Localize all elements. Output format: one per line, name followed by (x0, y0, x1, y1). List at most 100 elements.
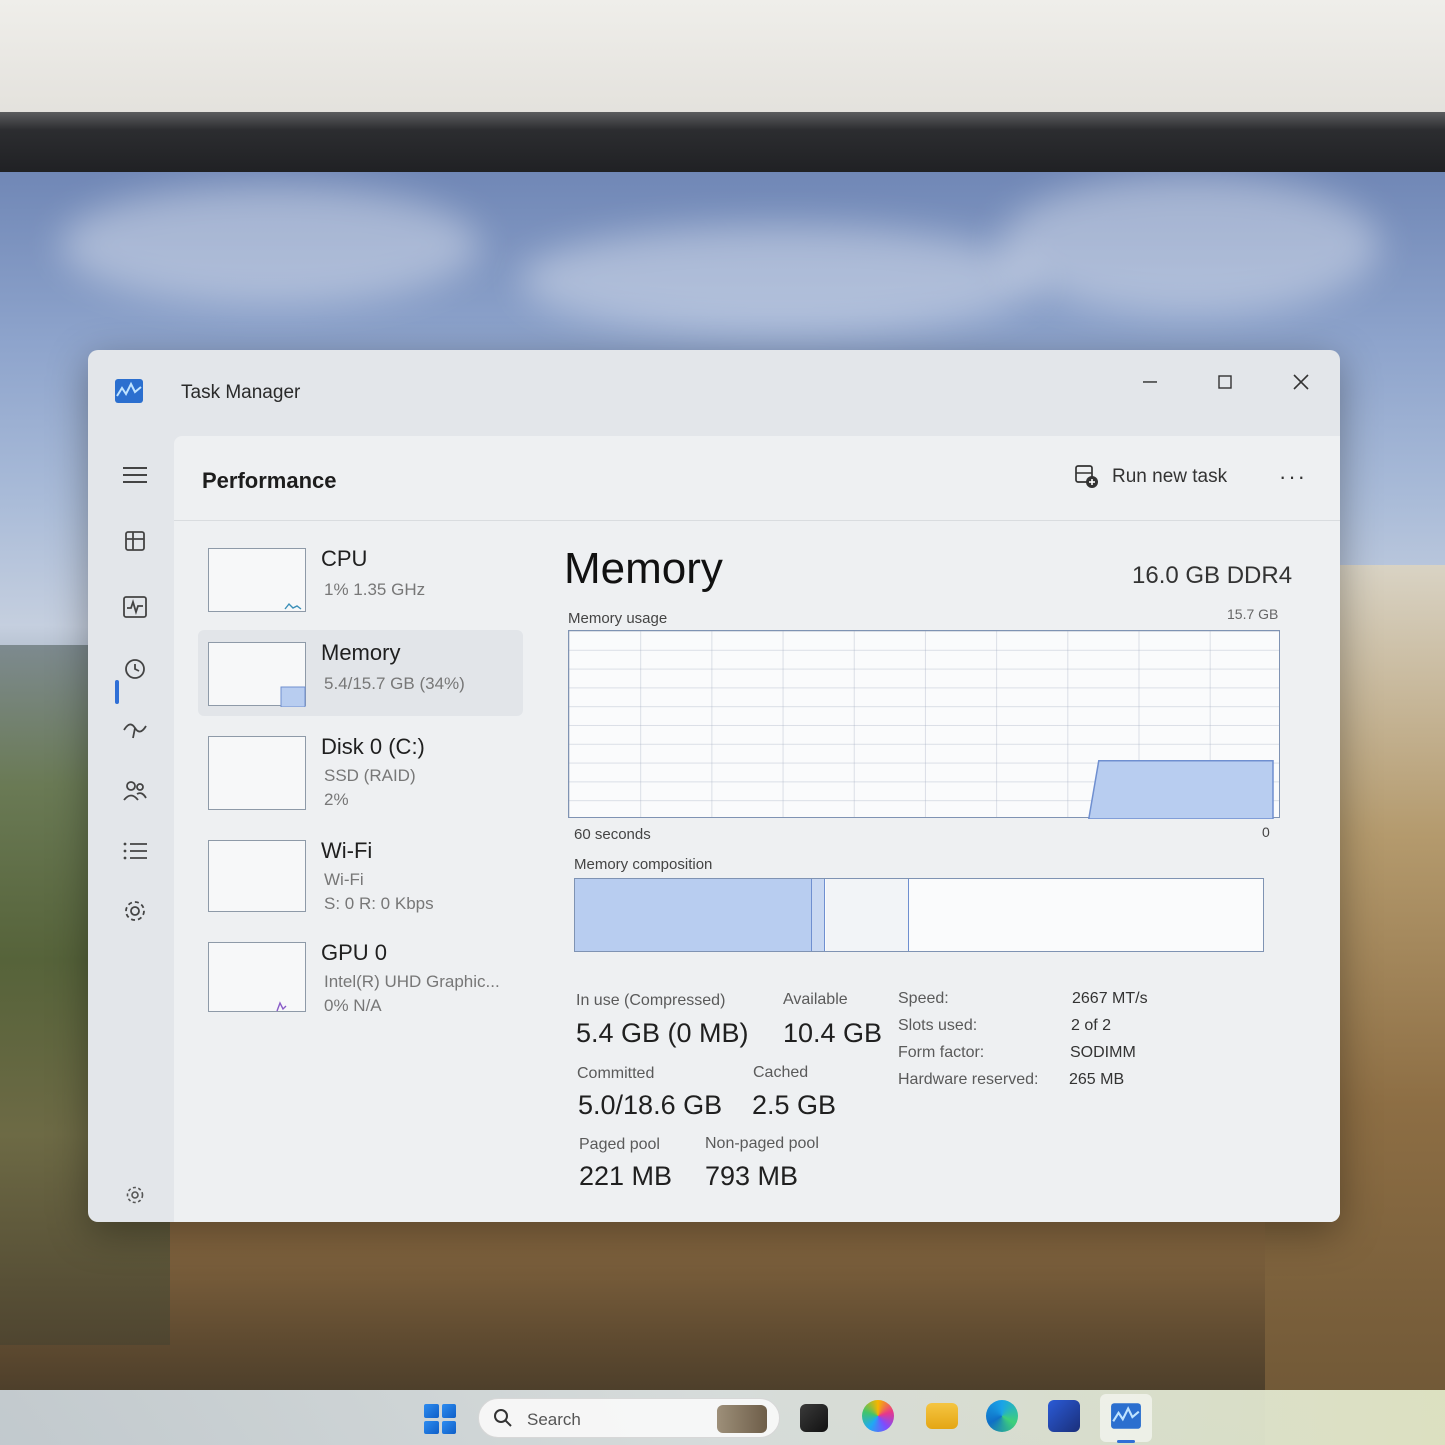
paged-pool-value: 221 MB (579, 1161, 673, 1191)
spec-slots-label: Slots used: (898, 1017, 978, 1034)
task-view-icon[interactable] (800, 1404, 828, 1432)
memory-type: 16.0 GB DDR4 (1132, 562, 1293, 589)
search-placeholder: Search (527, 1410, 581, 1429)
spec-speed-label: Speed: (898, 990, 949, 1007)
hamburger-menu-button[interactable] (116, 456, 154, 494)
composition-label: Memory composition (574, 856, 713, 873)
device-detail: 5.4/15.7 GB (34%) (324, 674, 465, 693)
wall-background (0, 0, 1445, 120)
device-usage: 2% (324, 790, 349, 809)
non-paged-pool-value: 793 MB (705, 1161, 799, 1191)
device-wifi[interactable]: Wi-Fi Wi-Fi S: 0 R: 0 Kbps (198, 828, 523, 914)
windows-logo-icon (424, 1404, 439, 1418)
memory-usage-area (1087, 760, 1274, 819)
device-gpu[interactable]: GPU 0 Intel(R) UHD Graphic... 0% N/A (198, 930, 523, 1016)
search-icon (494, 1409, 512, 1427)
start-button[interactable] (424, 1404, 456, 1434)
in-use-value: 5.4 GB (0 MB) (576, 1018, 749, 1048)
minimize-icon (1143, 381, 1157, 383)
device-detail: Wi-Fi (324, 870, 364, 889)
cpu-thumbnail-graph (208, 548, 306, 612)
history-icon (125, 659, 145, 679)
nav-details[interactable] (116, 832, 154, 870)
device-disk[interactable]: Disk 0 (C:) SSD (RAID) 2% (198, 724, 523, 810)
performance-page: Performance Run new task ··· CPU 1% 1.35… (174, 436, 1340, 1222)
nav-processes[interactable] (116, 522, 154, 560)
search-highlight-image (717, 1405, 767, 1433)
device-detail: SSD (RAID) (324, 766, 416, 785)
memory-usage-graph (568, 630, 1280, 819)
store-icon[interactable] (1048, 1400, 1080, 1432)
composition-modified (812, 879, 826, 951)
file-explorer-icon[interactable] (926, 1403, 958, 1429)
available-value: 10.4 GB (783, 1018, 883, 1048)
usage-axis-left: 60 seconds (574, 826, 651, 843)
nav-services[interactable] (116, 892, 154, 930)
committed-label: Committed (577, 1065, 655, 1082)
run-new-task-button[interactable]: Run new task (1074, 460, 1227, 494)
usage-axis-right: 0 (1262, 824, 1270, 840)
page-title: Performance (202, 468, 337, 493)
copilot-icon[interactable] (862, 1400, 894, 1432)
maximize-button[interactable] (1205, 362, 1245, 402)
active-app-indicator (1117, 1440, 1135, 1443)
run-new-task-label: Run new task (1112, 466, 1228, 487)
title-bar[interactable]: Task Manager (88, 350, 1340, 436)
task-manager-app-icon (115, 379, 143, 403)
spec-form-factor-value: SODIMM (1070, 1044, 1136, 1061)
memory-thumbnail-graph (208, 642, 306, 708)
device-cpu[interactable]: CPU 1% 1.35 GHz (198, 536, 523, 622)
nav-performance[interactable] (116, 588, 154, 626)
more-options-button[interactable]: ··· (1279, 464, 1307, 490)
usage-graph-max: 15.7 GB (1227, 606, 1279, 622)
device-name: Disk 0 (C:) (321, 734, 425, 759)
taskbar-search[interactable]: Search (478, 1398, 780, 1438)
device-usage: 0% N/A (324, 996, 382, 1015)
edge-browser-icon[interactable] (986, 1400, 1018, 1432)
task-manager-taskbar-icon (1111, 1403, 1141, 1429)
nav-app-history[interactable] (116, 650, 154, 688)
device-name: Memory (321, 640, 401, 665)
cached-label: Cached (753, 1064, 809, 1081)
header-divider (174, 520, 1340, 521)
composition-in-use (575, 879, 813, 951)
device-name: CPU (321, 546, 368, 571)
cached-value: 2.5 GB (752, 1090, 837, 1120)
nav-startup-apps[interactable] (116, 710, 154, 748)
device-detail: 1% 1.35 GHz (324, 580, 426, 599)
details-list-icon (123, 842, 147, 860)
non-paged-pool-label: Non-paged pool (705, 1135, 819, 1152)
spec-hw-reserved-value: 265 MB (1069, 1071, 1125, 1088)
paged-pool-label: Paged pool (579, 1136, 660, 1153)
taskbar: Search (0, 1390, 1445, 1445)
spec-slots-value: 2 of 2 (1071, 1017, 1112, 1034)
spec-hw-reserved-label: Hardware reserved: (898, 1071, 1039, 1088)
memory-composition-bar (574, 878, 1264, 952)
device-memory[interactable]: Memory 5.4/15.7 GB (34%) (198, 630, 523, 716)
nav-settings[interactable] (116, 1176, 154, 1214)
available-label: Available (783, 991, 848, 1008)
detail-title: Memory (564, 544, 723, 593)
device-detail: Intel(R) UHD Graphic... (324, 972, 500, 991)
nav-users[interactable] (116, 772, 154, 810)
task-manager-window: Task Manager Performance Run new task ··… (88, 350, 1340, 1222)
hamburger-icon (123, 467, 147, 483)
processes-icon (125, 531, 145, 551)
run-new-task-icon (1075, 465, 1098, 488)
device-throughput: S: 0 R: 0 Kbps (324, 894, 434, 913)
spec-form-factor-label: Form factor: (898, 1044, 985, 1061)
in-use-label: In use (Compressed) (576, 992, 726, 1009)
navigation-rail (88, 436, 174, 1222)
services-gear-icon (125, 901, 145, 921)
committed-value: 5.0/18.6 GB (578, 1090, 723, 1120)
close-button[interactable] (1281, 362, 1321, 402)
performance-icon (123, 596, 147, 618)
users-icon (123, 781, 147, 801)
usage-graph-label: Memory usage (568, 610, 668, 627)
minimize-button[interactable] (1130, 362, 1170, 402)
composition-standby (825, 879, 909, 951)
device-name: GPU 0 (321, 940, 388, 965)
startup-icon (123, 723, 147, 739)
gpu-thumbnail-graph (208, 942, 306, 1012)
task-manager-taskbar-button[interactable] (1100, 1394, 1152, 1442)
